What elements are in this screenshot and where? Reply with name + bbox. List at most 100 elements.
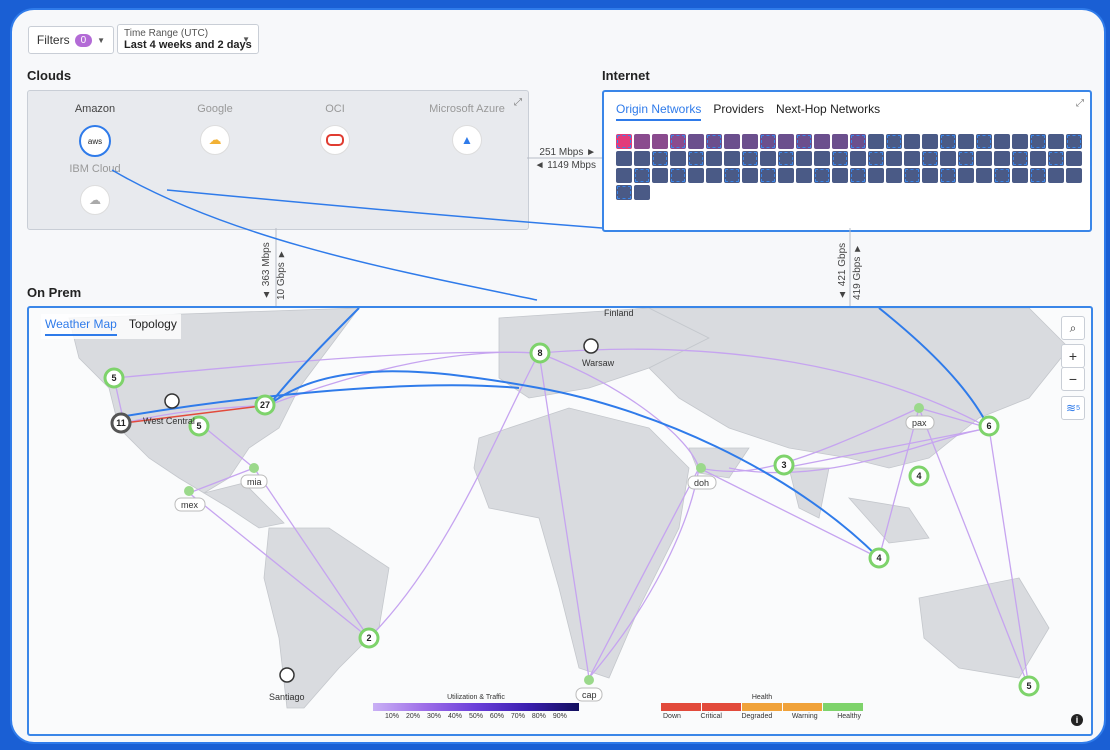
network-cell[interactable] xyxy=(688,134,704,149)
network-cell[interactable] xyxy=(850,151,866,166)
network-cell[interactable] xyxy=(634,168,650,183)
network-cell[interactable] xyxy=(958,134,974,149)
expand-icon[interactable]: ⤢ xyxy=(1076,98,1084,109)
network-cell[interactable] xyxy=(1012,168,1028,183)
network-cell[interactable] xyxy=(1030,168,1046,183)
world-map[interactable]: 5 11 5 27 8 6 3 4 4 2 5 Finland Warsaw W… xyxy=(29,308,1091,734)
network-cell[interactable] xyxy=(724,134,740,149)
tab-providers[interactable]: Providers xyxy=(713,102,764,121)
layers-button[interactable]: ≋ 5 xyxy=(1061,396,1085,420)
network-cell[interactable] xyxy=(976,134,992,149)
network-cell[interactable] xyxy=(760,168,776,183)
cloud-azure[interactable]: Microsoft Azure ▲ xyxy=(412,103,522,155)
network-cell[interactable] xyxy=(832,168,848,183)
network-cell[interactable] xyxy=(868,134,884,149)
network-cell[interactable] xyxy=(634,151,650,166)
network-cell[interactable] xyxy=(1012,151,1028,166)
network-cell[interactable] xyxy=(1048,151,1064,166)
network-cell[interactable] xyxy=(796,168,812,183)
info-icon[interactable]: i xyxy=(1071,714,1083,726)
cloud-oci[interactable]: OCI xyxy=(290,103,380,155)
network-cell[interactable] xyxy=(634,185,650,200)
tab-weather-map[interactable]: Weather Map xyxy=(45,317,117,336)
expand-icon[interactable]: ⤢ xyxy=(514,97,522,108)
network-cell[interactable] xyxy=(652,134,668,149)
network-cell[interactable] xyxy=(760,134,776,149)
network-cell[interactable] xyxy=(724,168,740,183)
network-cell[interactable] xyxy=(688,168,704,183)
network-cell[interactable] xyxy=(994,168,1010,183)
network-cell[interactable] xyxy=(958,151,974,166)
network-cell[interactable] xyxy=(922,134,938,149)
network-cell[interactable] xyxy=(742,151,758,166)
filters-button[interactable]: Filters 0 ▼ xyxy=(28,26,114,54)
network-cell[interactable] xyxy=(1048,168,1064,183)
cloud-ibm[interactable]: IBM Cloud ☁ xyxy=(50,163,140,215)
network-cell[interactable] xyxy=(796,134,812,149)
network-cell[interactable] xyxy=(868,151,884,166)
cloud-google[interactable]: Google ☁ xyxy=(170,103,260,155)
network-cell[interactable] xyxy=(724,151,740,166)
network-cell[interactable] xyxy=(1030,134,1046,149)
network-cell[interactable] xyxy=(616,168,632,183)
network-cell[interactable] xyxy=(706,134,722,149)
network-cell[interactable] xyxy=(706,168,722,183)
tab-topology[interactable]: Topology xyxy=(129,317,177,336)
network-cell[interactable] xyxy=(742,134,758,149)
zoom-in-button[interactable]: + xyxy=(1061,344,1085,368)
network-cell[interactable] xyxy=(1066,151,1082,166)
network-cell[interactable] xyxy=(796,151,812,166)
network-cell[interactable] xyxy=(886,168,902,183)
cloud-amazon[interactable]: Amazon aws xyxy=(50,103,140,157)
network-cell[interactable] xyxy=(778,168,794,183)
network-cell[interactable] xyxy=(670,168,686,183)
network-cell[interactable] xyxy=(1048,134,1064,149)
network-cell[interactable] xyxy=(634,134,650,149)
network-cell[interactable] xyxy=(616,185,632,200)
network-cell[interactable] xyxy=(976,168,992,183)
network-cell[interactable] xyxy=(670,151,686,166)
network-cell[interactable] xyxy=(670,134,686,149)
network-cell[interactable] xyxy=(832,151,848,166)
network-cell[interactable] xyxy=(904,134,920,149)
network-cell[interactable] xyxy=(778,134,794,149)
network-cell[interactable] xyxy=(940,134,956,149)
network-cell[interactable] xyxy=(1066,168,1082,183)
network-cell[interactable] xyxy=(1012,134,1028,149)
tab-next-hop-networks[interactable]: Next-Hop Networks xyxy=(776,102,880,121)
network-cell[interactable] xyxy=(814,168,830,183)
network-cell[interactable] xyxy=(886,151,902,166)
network-cell[interactable] xyxy=(904,168,920,183)
network-cell[interactable] xyxy=(778,151,794,166)
network-cell[interactable] xyxy=(850,134,866,149)
network-cell[interactable] xyxy=(886,134,902,149)
tab-origin-networks[interactable]: Origin Networks xyxy=(616,102,702,121)
network-cell[interactable] xyxy=(904,151,920,166)
network-cell[interactable] xyxy=(958,168,974,183)
network-cell[interactable] xyxy=(616,134,632,149)
network-cell[interactable] xyxy=(742,168,758,183)
network-cell[interactable] xyxy=(652,151,668,166)
network-cell[interactable] xyxy=(814,134,830,149)
network-cell[interactable] xyxy=(1030,151,1046,166)
network-cell[interactable] xyxy=(940,168,956,183)
network-cell[interactable] xyxy=(814,151,830,166)
network-cell[interactable] xyxy=(922,168,938,183)
network-cell[interactable] xyxy=(994,151,1010,166)
network-cell[interactable] xyxy=(706,151,722,166)
network-cell[interactable] xyxy=(1066,134,1082,149)
zoom-out-button[interactable]: − xyxy=(1061,367,1085,391)
network-cell[interactable] xyxy=(868,168,884,183)
network-cell[interactable] xyxy=(616,151,632,166)
network-cell[interactable] xyxy=(922,151,938,166)
network-cell[interactable] xyxy=(940,151,956,166)
network-cell[interactable] xyxy=(832,134,848,149)
network-cell[interactable] xyxy=(760,151,776,166)
time-range-select[interactable]: Time Range (UTC) Last 4 weeks and 2 days… xyxy=(117,24,259,54)
map-search-button[interactable]: ⌕ xyxy=(1061,316,1085,340)
network-cell[interactable] xyxy=(850,168,866,183)
network-cell[interactable] xyxy=(976,151,992,166)
network-cell[interactable] xyxy=(994,134,1010,149)
network-cell[interactable] xyxy=(688,151,704,166)
network-cell[interactable] xyxy=(652,168,668,183)
